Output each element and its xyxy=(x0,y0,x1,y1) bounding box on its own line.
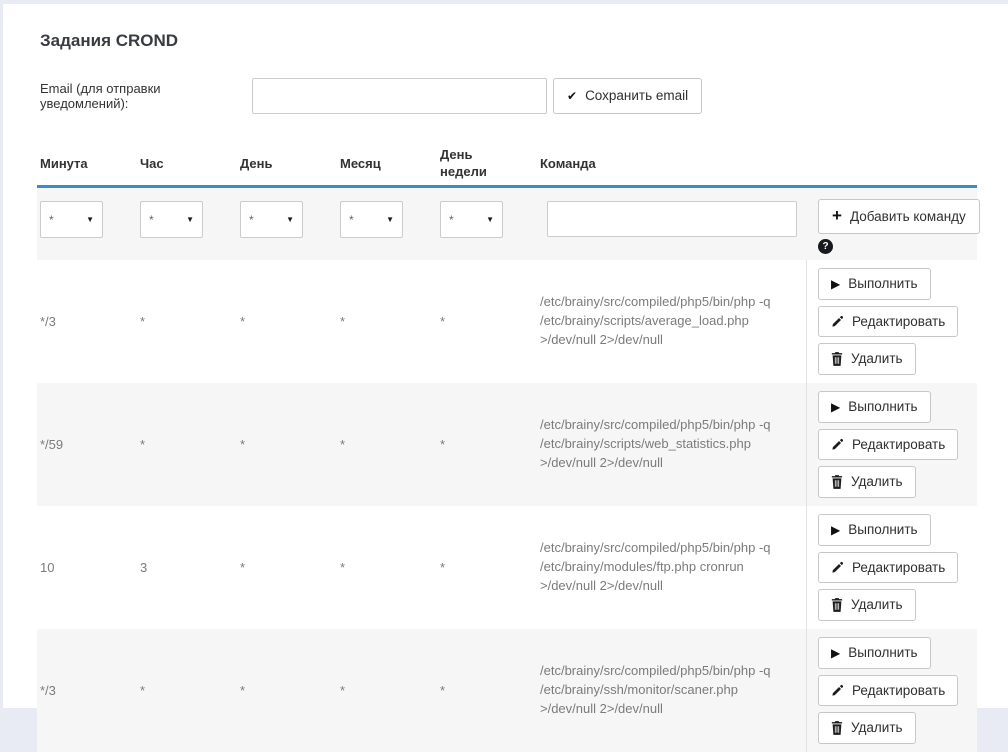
edit-button[interactable]: Редактировать xyxy=(818,306,958,338)
day-value: * xyxy=(237,383,337,506)
run-button[interactable]: ▶ Выполнить xyxy=(818,268,931,300)
edit-button[interactable]: Редактировать xyxy=(818,675,958,707)
row-actions: ▶ Выполнить Редактировать Удалить xyxy=(807,260,977,383)
command-value: /etc/brainy/src/compiled/php5/bin/php -q… xyxy=(537,260,807,383)
minute-value: */3 xyxy=(37,629,137,752)
chevron-down-icon: ▼ xyxy=(486,215,494,224)
chevron-down-icon: ▼ xyxy=(186,215,194,224)
pencil-icon xyxy=(831,438,844,451)
edit-button[interactable]: Редактировать xyxy=(818,429,958,461)
row-actions: ▶ Выполнить Редактировать Удалить xyxy=(807,506,977,629)
email-label: Email (для отправки уведомлений): xyxy=(40,81,252,111)
chevron-down-icon: ▼ xyxy=(86,215,94,224)
pencil-icon xyxy=(831,684,844,697)
day-value: * xyxy=(237,506,337,629)
email-form: Email (для отправки уведомлений): ✔ Сохр… xyxy=(40,78,980,114)
page-title: Задания CROND xyxy=(40,31,980,51)
minute-value: 10 xyxy=(37,506,137,629)
add-command-button[interactable]: + Добавить команду xyxy=(818,199,980,234)
month-select[interactable]: * ▼ xyxy=(340,201,403,238)
crond-panel: Задания CROND Email (для отправки уведом… xyxy=(3,4,1008,708)
trash-icon xyxy=(831,475,843,489)
day-value: * xyxy=(237,629,337,752)
column-header-month: Месяц xyxy=(337,156,437,171)
email-input[interactable] xyxy=(252,78,547,114)
month-value: * xyxy=(337,383,437,506)
chevron-down-icon: ▼ xyxy=(286,215,294,224)
hour-value: * xyxy=(137,629,237,752)
column-header-command: Команда xyxy=(537,156,807,171)
command-input[interactable] xyxy=(547,201,797,237)
table-row: */59 * * * * /etc/brainy/src/compiled/ph… xyxy=(37,383,977,506)
help-icon[interactable]: ? xyxy=(818,239,833,254)
save-email-label: Сохранить email xyxy=(585,89,688,103)
command-value: /etc/brainy/src/compiled/php5/bin/php -q… xyxy=(537,383,807,506)
hour-select[interactable]: * ▼ xyxy=(140,201,203,238)
column-header-hour: Час xyxy=(137,156,237,171)
day-value: * xyxy=(237,260,337,383)
pencil-icon xyxy=(831,315,844,328)
run-button[interactable]: ▶ Выполнить xyxy=(818,637,931,669)
trash-icon xyxy=(831,721,843,735)
month-value: * xyxy=(337,506,437,629)
play-icon: ▶ xyxy=(831,278,840,290)
crond-table: Минута Час День Месяц День недели Команд… xyxy=(37,142,977,752)
column-header-day: День xyxy=(237,156,337,171)
add-command-label: Добавить команду xyxy=(850,210,966,224)
command-value: /etc/brainy/src/compiled/php5/bin/php -q… xyxy=(537,629,807,752)
row-actions: ▶ Выполнить Редактировать Удалить xyxy=(807,383,977,506)
weekday-value: * xyxy=(437,629,537,752)
weekday-value: * xyxy=(437,383,537,506)
table-header: Минута Час День Месяц День недели Команд… xyxy=(37,142,977,188)
run-button[interactable]: ▶ Выполнить xyxy=(818,391,931,423)
new-command-row: * ▼ * ▼ * ▼ * ▼ * ▼ + xyxy=(37,188,977,260)
table-row: */3 * * * * /etc/brainy/src/compiled/php… xyxy=(37,260,977,383)
play-icon: ▶ xyxy=(831,401,840,413)
chevron-down-icon: ▼ xyxy=(386,215,394,224)
trash-icon xyxy=(831,598,843,612)
weekday-value: * xyxy=(437,506,537,629)
pencil-icon xyxy=(831,561,844,574)
hour-value: 3 xyxy=(137,506,237,629)
day-select[interactable]: * ▼ xyxy=(240,201,303,238)
check-icon: ✔ xyxy=(567,90,577,102)
plus-icon: + xyxy=(832,207,842,224)
edit-button[interactable]: Редактировать xyxy=(818,552,958,584)
month-value: * xyxy=(337,260,437,383)
weekday-value: * xyxy=(437,260,537,383)
minute-select[interactable]: * ▼ xyxy=(40,201,103,238)
delete-button[interactable]: Удалить xyxy=(818,712,916,744)
run-button[interactable]: ▶ Выполнить xyxy=(818,514,931,546)
delete-button[interactable]: Удалить xyxy=(818,343,916,375)
month-value: * xyxy=(337,629,437,752)
hour-value: * xyxy=(137,383,237,506)
table-row: 10 3 * * * /etc/brainy/src/compiled/php5… xyxy=(37,506,977,629)
row-actions: ▶ Выполнить Редактировать Удалить xyxy=(807,629,977,752)
delete-button[interactable]: Удалить xyxy=(818,466,916,498)
minute-value: */3 xyxy=(37,260,137,383)
delete-button[interactable]: Удалить xyxy=(818,589,916,621)
column-header-minute: Минута xyxy=(37,156,137,171)
command-value: /etc/brainy/src/compiled/php5/bin/php -q… xyxy=(537,506,807,629)
minute-value: */59 xyxy=(37,383,137,506)
play-icon: ▶ xyxy=(831,524,840,536)
trash-icon xyxy=(831,352,843,366)
hour-value: * xyxy=(137,260,237,383)
save-email-button[interactable]: ✔ Сохранить email xyxy=(553,78,702,114)
table-row: */3 * * * * /etc/brainy/src/compiled/php… xyxy=(37,629,977,752)
weekday-select[interactable]: * ▼ xyxy=(440,201,503,238)
column-header-weekday: День недели xyxy=(437,147,537,181)
play-icon: ▶ xyxy=(831,647,840,659)
